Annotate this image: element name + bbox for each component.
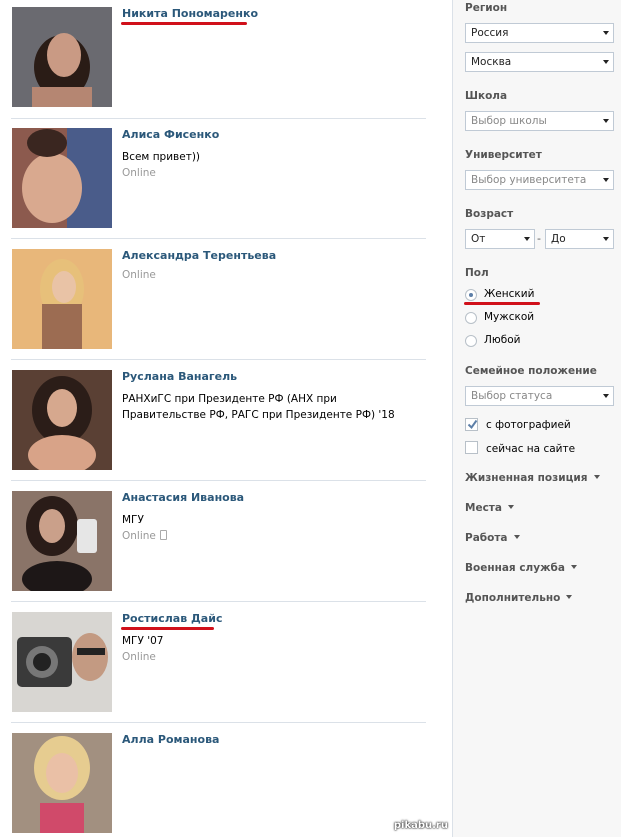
red-underline-mark [121, 22, 247, 25]
divider [11, 722, 426, 723]
expand-arrow-icon [570, 565, 577, 569]
school-select[interactable]: Выбор школы [465, 111, 614, 131]
red-underline-mark [464, 302, 540, 305]
university-select[interactable]: Выбор университета [465, 170, 614, 190]
checkmark-icon [467, 419, 478, 430]
region-label: Регион [465, 2, 508, 14]
dropdown-arrow-icon [603, 394, 609, 398]
country-select[interactable]: Россия [465, 23, 614, 43]
profile-photo[interactable] [12, 7, 112, 107]
expand-arrow-icon [593, 475, 600, 479]
dropdown-arrow-icon [603, 178, 609, 182]
age-range-dash: - [537, 232, 541, 245]
online-now-label[interactable]: сейчас на сайте [486, 443, 575, 455]
online-status: Online [122, 530, 167, 542]
red-underline-mark [121, 627, 214, 630]
expand-arrow-icon [513, 535, 520, 539]
divider [11, 238, 426, 239]
dropdown-arrow-icon [603, 237, 609, 241]
age-from-select[interactable]: От [465, 229, 535, 249]
mobile-icon [159, 530, 167, 540]
profile-photo[interactable] [12, 249, 112, 349]
expand-arrow-icon [507, 505, 514, 509]
section-military[interactable]: Военная служба [465, 562, 577, 574]
online-status: Online [122, 167, 156, 179]
radio-male[interactable] [465, 312, 477, 324]
marital-status-label: Семейное положение [465, 365, 597, 377]
radio-any-label[interactable]: Любой [484, 334, 520, 346]
with-photo-checkbox[interactable] [465, 418, 478, 431]
profile-name-link[interactable]: Александра Терентьева [122, 249, 276, 262]
online-status: Online [122, 269, 156, 281]
profile-name-link[interactable]: Анастасия Иванова [122, 491, 244, 504]
online-status: Online [122, 651, 156, 663]
profile-photo[interactable] [12, 370, 112, 470]
profile-photo[interactable] [12, 612, 112, 712]
profile-name-link[interactable]: Алиса Фисенко [122, 128, 219, 141]
profile-info: РАНХиГС при Президенте РФ (АНХ при Прави… [122, 393, 395, 421]
online-now-checkbox[interactable] [465, 441, 478, 454]
section-life-position[interactable]: Жизненная позиция [465, 472, 600, 484]
profile-photo[interactable] [12, 491, 112, 591]
university-label: Университет [465, 149, 542, 161]
divider [11, 480, 426, 481]
profile-info: МГУ '07 [122, 635, 164, 647]
sex-label: Пол [465, 267, 489, 279]
city-select[interactable]: Москва [465, 52, 614, 72]
profile-name-link[interactable]: Алла Романова [122, 733, 219, 746]
profile-photo[interactable] [12, 128, 112, 228]
profile-name-link[interactable]: Никита Пономаренко [122, 7, 258, 20]
dropdown-arrow-icon [603, 31, 609, 35]
with-photo-label[interactable]: с фотографией [486, 419, 571, 431]
search-results: Никита Пономаренко Алиса Фисенко Всем пр… [0, 0, 452, 837]
divider [11, 118, 426, 119]
profile-name-link[interactable]: Ростислав Дайс [122, 612, 222, 625]
watermark: pikabu.ru [393, 820, 448, 831]
dropdown-arrow-icon [603, 119, 609, 123]
marital-status-select[interactable]: Выбор статуса [465, 386, 614, 406]
radio-female[interactable] [465, 289, 477, 301]
search-filters-sidebar: Регион Россия Москва Школа Выбор школы У… [452, 0, 621, 837]
expand-arrow-icon [566, 595, 573, 599]
radio-male-label[interactable]: Мужской [484, 311, 534, 323]
age-to-select[interactable]: До [545, 229, 614, 249]
section-work[interactable]: Работа [465, 532, 520, 544]
school-label: Школа [465, 90, 508, 102]
profile-name-link[interactable]: Руслана Ванагель [122, 370, 237, 383]
profile-photo[interactable] [12, 733, 112, 833]
divider [11, 601, 426, 602]
profile-info: Всем привет)) [122, 151, 201, 163]
divider [11, 359, 426, 360]
radio-female-label[interactable]: Женский [484, 288, 534, 300]
age-label: Возраст [465, 208, 514, 220]
section-additional[interactable]: Дополнительно [465, 592, 573, 604]
section-places[interactable]: Места [465, 502, 514, 514]
profile-info: МГУ [122, 514, 144, 526]
radio-any[interactable] [465, 335, 477, 347]
dropdown-arrow-icon [524, 237, 530, 241]
dropdown-arrow-icon [603, 60, 609, 64]
